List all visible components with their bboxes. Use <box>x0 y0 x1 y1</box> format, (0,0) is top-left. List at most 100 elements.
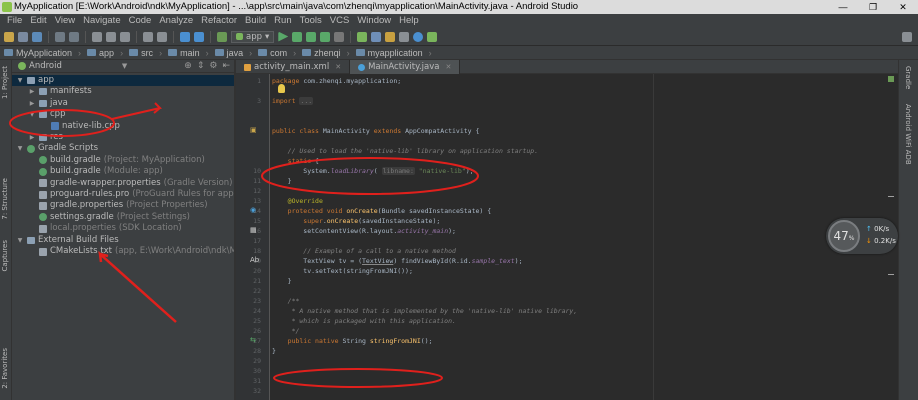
native-method-marker-icon[interactable]: ⇆ <box>250 336 256 344</box>
warning-marker[interactable] <box>888 274 894 275</box>
code-line[interactable]: } <box>272 276 292 286</box>
replace-icon[interactable] <box>157 31 167 42</box>
warning-marker[interactable] <box>888 196 894 197</box>
lightbulb-icon[interactable] <box>278 84 285 93</box>
editor-gutter[interactable]: 1 3 10 11 12 13 14 15 16 17 18 19 20 21 22 23 24 25 26 27 28… <box>236 74 270 400</box>
tree-item[interactable]: build.gradle (Project: MyApplication) <box>28 155 205 166</box>
save-icon[interactable] <box>18 31 28 42</box>
undo-icon[interactable] <box>55 31 65 42</box>
android-device-icon[interactable] <box>427 31 438 42</box>
apply-changes-icon[interactable] <box>320 31 331 42</box>
tree-item[interactable]: ▼ app <box>12 75 234 86</box>
stop-icon[interactable] <box>334 31 345 42</box>
breadcrumb-item[interactable]: myapplication › <box>355 46 432 59</box>
tool-tab-gradle[interactable]: Gradle <box>904 66 912 89</box>
find-icon[interactable] <box>143 31 153 42</box>
run-icon[interactable] <box>278 31 289 42</box>
code-line[interactable]: static { <box>272 156 319 166</box>
tree-item[interactable]: ▼ Gradle Scripts <box>16 143 98 154</box>
breadcrumb-item[interactable]: java › <box>214 46 252 59</box>
scroll-from-source-icon[interactable]: ⊕ <box>184 60 192 73</box>
code-line[interactable]: super.onCreate(savedInstanceState); <box>272 216 440 226</box>
code-line[interactable]: * A native method that is implemented by… <box>272 306 578 316</box>
help-icon[interactable] <box>413 31 424 42</box>
code-line[interactable]: import ... <box>272 96 314 106</box>
menu-file[interactable]: File <box>3 14 26 28</box>
sdk-manager-icon[interactable] <box>371 31 382 42</box>
make-project-icon[interactable] <box>217 31 227 42</box>
tree-item[interactable]: ▶ res <box>28 132 63 143</box>
tree-item[interactable]: proguard-rules.pro (ProGuard Rules for ap… <box>28 189 234 200</box>
avd-manager-icon[interactable] <box>357 31 368 42</box>
menu-analyze[interactable]: Analyze <box>155 14 197 28</box>
minimize-button[interactable]: — <box>828 0 858 14</box>
tree-item[interactable]: ▼ cpp <box>28 109 66 120</box>
chevron-down-icon[interactable]: ▼ <box>122 60 127 73</box>
device-monitor-icon[interactable] <box>399 31 410 42</box>
tree-item[interactable]: ▼ External Build Files <box>16 235 119 246</box>
code-line[interactable]: System.loadLibrary( libname: "native-lib… <box>272 166 474 176</box>
collapse-all-icon[interactable]: ⇕ <box>197 60 205 73</box>
maximize-button[interactable]: ❐ <box>858 0 888 14</box>
network-speed-widget[interactable]: 47% ↑ 0K/s ↓ 0.2K/s <box>826 218 898 254</box>
close-icon[interactable]: ✕ <box>335 60 341 74</box>
tool-tab-captures[interactable]: Captures <box>1 240 9 271</box>
menu-window[interactable]: Window <box>353 14 395 28</box>
run-config-select[interactable]: app ▾ <box>231 30 275 43</box>
menu-run[interactable]: Run <box>270 14 295 28</box>
tree-item[interactable]: ▶ java <box>28 98 68 109</box>
inspection-status-icon[interactable] <box>888 76 894 82</box>
tree-item[interactable]: build.gradle (Module: app) <box>28 166 163 177</box>
code-line[interactable]: package com.zhenqi.myapplication; <box>272 76 401 86</box>
code-editor[interactable]: 1 3 10 11 12 13 14 15 16 17 18 19 20 21 22 23 24 25 26 27 28… <box>236 74 898 400</box>
menu-refactor[interactable]: Refactor <box>197 14 241 28</box>
close-button[interactable]: ✕ <box>888 0 918 14</box>
class-marker-icon[interactable]: ▣ <box>250 126 257 134</box>
code-line[interactable]: } <box>272 346 276 356</box>
breadcrumb-item[interactable]: com › <box>258 46 296 59</box>
code-line[interactable]: public class MainActivity extends AppCom… <box>272 126 479 136</box>
back-icon[interactable] <box>180 31 190 42</box>
breadcrumb-item[interactable]: main › <box>168 46 209 59</box>
code-line[interactable]: @Override <box>272 196 323 206</box>
code-line[interactable]: */ <box>272 326 300 336</box>
gear-icon[interactable]: ⚙ <box>209 60 217 73</box>
tree-item[interactable]: CMakeLists.txt (app, E:\Work\Android\ndk\… <box>28 246 234 257</box>
tree-item[interactable]: ▶ manifests <box>28 86 92 97</box>
code-line[interactable]: protected void onCreate(Bundle savedInst… <box>272 206 492 216</box>
tree-item[interactable]: local.properties (SDK Location) <box>28 223 182 234</box>
expanded-arrow-icon[interactable]: ▼ <box>16 143 24 154</box>
tool-tab-project[interactable]: 1: Project <box>1 66 9 99</box>
tool-tab-favorites[interactable]: 2: Favorites <box>1 348 9 389</box>
expanded-arrow-icon[interactable]: ▼ <box>16 235 24 246</box>
menu-tools[interactable]: Tools <box>296 14 326 28</box>
project-structure-icon[interactable] <box>385 31 396 42</box>
hide-icon[interactable]: ⇤ <box>222 60 230 73</box>
breadcrumb-item[interactable]: app › <box>87 46 123 59</box>
sync-icon[interactable] <box>32 31 42 42</box>
breadcrumb-item[interactable]: MyApplication › <box>4 46 81 59</box>
text-marker-icon[interactable]: Ab <box>250 256 259 264</box>
attach-debugger-icon[interactable] <box>306 31 317 42</box>
override-marker-icon[interactable]: ◉ <box>250 206 256 214</box>
tool-tab-structure[interactable]: 7: Structure <box>1 178 9 220</box>
breadcrumb-item[interactable]: zhenqi › <box>302 46 350 59</box>
tool-tab-wifi-adb[interactable]: Android WiFi ADB <box>904 104 912 165</box>
menu-vcs[interactable]: VCS <box>326 14 354 28</box>
code-line[interactable]: * which is packaged with this applicatio… <box>272 316 456 326</box>
search-everywhere-icon[interactable] <box>902 31 912 42</box>
collapsed-arrow-icon[interactable]: ▶ <box>28 132 36 143</box>
tree-item[interactable]: gradle-wrapper.properties (Gradle Version… <box>28 178 233 189</box>
menu-view[interactable]: View <box>51 14 79 28</box>
breadcrumb-item[interactable]: src › <box>129 46 162 59</box>
code-line[interactable]: TextView tv = (TextView) findViewById(R.… <box>272 256 522 266</box>
forward-icon[interactable] <box>194 31 204 42</box>
menu-build[interactable]: Build <box>241 14 270 28</box>
code-line[interactable]: setContentView(R.layout.activity_main); <box>272 226 456 236</box>
menu-edit[interactable]: Edit <box>26 14 50 28</box>
menu-navigate[interactable]: Navigate <box>79 14 125 28</box>
tree-item[interactable]: gradle.properties (Project Properties) <box>28 200 208 211</box>
tab-mainactivity-java[interactable]: MainActivity.java ✕ <box>350 60 461 74</box>
open-folder-icon[interactable] <box>4 31 14 42</box>
tree-item[interactable]: native-lib.cpp <box>40 121 120 132</box>
